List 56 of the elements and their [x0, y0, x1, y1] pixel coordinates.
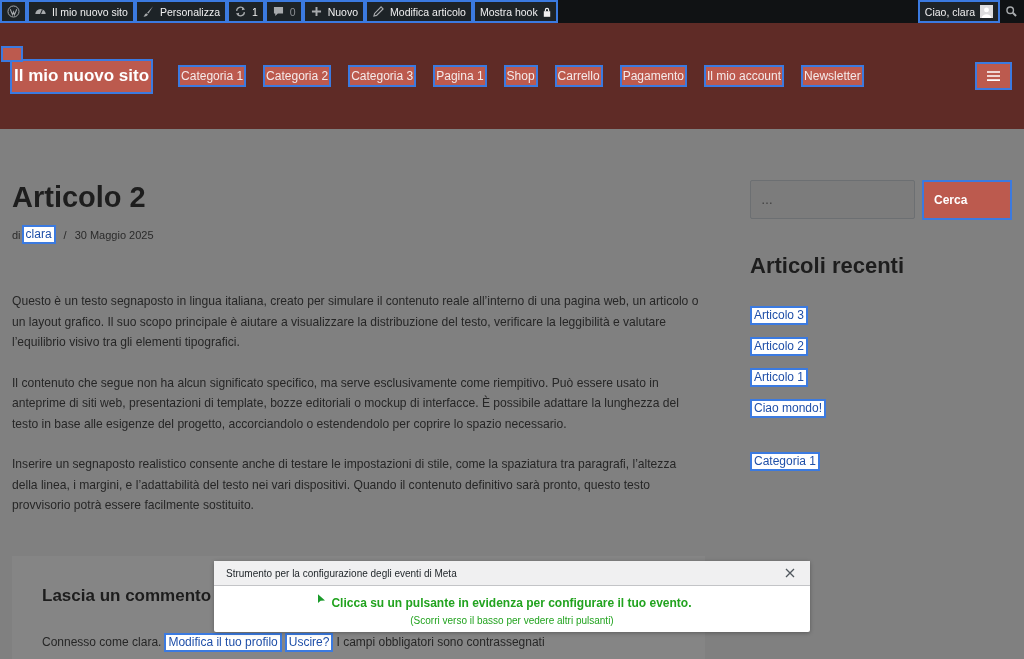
widget-title: Articoli recenti	[750, 253, 906, 279]
nav-link[interactable]: Shop	[503, 65, 538, 87]
toolbar-item[interactable]: Mostra hook	[472, 0, 558, 23]
pencil-icon	[372, 5, 386, 18]
close-icon[interactable]	[785, 568, 795, 578]
brush-icon	[141, 5, 155, 18]
toolbar-item[interactable]: 1	[227, 0, 265, 23]
recent-post-link[interactable]: Ciao mondo!	[750, 399, 827, 418]
toolbar-item[interactable]: Personalizza	[134, 0, 227, 23]
profile-link[interactable]: Modifica il tuo profilo	[164, 632, 282, 652]
logged-in-text: Connesso come clara.	[42, 635, 162, 649]
search-icon[interactable]	[1005, 5, 1018, 18]
toolbar-item[interactable]: Modifica articolo	[365, 0, 473, 23]
article-paragraph: Questo è un testo segnaposto in lingua italiana, creato per simulare il contenuto reale all’interno di una pagina web, un articolo o un layout grafico. Il suo scopo principale è aiutare a visualizzare la distribuzione del testo, verificare la leggibilità e valutare l’equilibrio visivo tra gli elementi tipografici.	[12, 293, 700, 351]
menu-button[interactable]	[975, 62, 1012, 90]
wordpress-icon	[7, 5, 20, 18]
menu-icon	[987, 71, 1000, 81]
recent-post-link[interactable]: Articolo 1	[750, 368, 809, 387]
post-date: 30 Maggio 2025	[74, 228, 154, 241]
required-note: I campi obbligatori sono contrassegnati	[336, 635, 545, 649]
category-link[interactable]: Categoria 1	[750, 452, 821, 471]
lock-icon	[542, 6, 551, 17]
search-field[interactable]: …	[750, 180, 915, 219]
toolbar-item[interactable]: Nuovo	[302, 0, 366, 23]
byline-label: di	[12, 228, 21, 241]
meta-separator: /	[63, 228, 67, 241]
nav-link[interactable]: Newsletter	[801, 65, 864, 87]
comment-title: Lascia un commento	[42, 585, 212, 606]
logout-link[interactable]: Uscire?	[284, 632, 334, 652]
avatar-icon	[980, 5, 993, 18]
dialog-hint: (Scorri verso il basso per vedere altri pulsanti)	[410, 615, 614, 626]
nav-link[interactable]: Categoria 2	[263, 65, 332, 87]
dialog-message: Clicca su un pulsante in evidenza per configurare il tuo evento.	[331, 596, 692, 610]
nav-link[interactable]: Pagina 1	[433, 65, 487, 87]
cursor-icon	[318, 594, 326, 605]
article-paragraph: Il contenuto che segue non ha alcun significato specifico, ma serve esclusivamente come riempitivo. Può essere usato in anteprime di siti web, presentazioni di template, bozze editoriali o mockup di interfacce. È possibile adattare la lunghezza del testo in base alle esigenze del progetto, accorciandolo o estendendolo per coprire lo spazio necessario.	[12, 374, 680, 433]
article-paragraph: Inserire un segnaposto realistico consente anche di testare le impostazioni di stile, come la spaziatura tra paragrafi, l’altezza della linea, i margini, e l’adattabilità del testo nei vari dispositivi. Quando il contenuto definitivo sarà pronto, questo testo provvisorio potrà essere facilmente sostituito.	[12, 456, 678, 514]
nav-link[interactable]: Pagamento	[619, 65, 687, 87]
article-title: Articolo 2	[12, 180, 147, 215]
refresh-icon	[234, 5, 247, 18]
search-button[interactable]: Cerca	[922, 180, 1012, 220]
recent-post-link[interactable]: Articolo 3	[750, 306, 809, 325]
plus-icon	[309, 5, 323, 18]
comment-icon	[271, 5, 285, 18]
toolbar-item[interactable]: 0	[264, 0, 303, 23]
nav-link[interactable]: Categoria 3	[348, 65, 417, 87]
recent-post-link[interactable]: Articolo 2	[750, 337, 809, 356]
author-link[interactable]: clara	[21, 225, 56, 244]
nav-link[interactable]: Categoria 1	[178, 65, 247, 87]
account-menu[interactable]: Ciao, clara	[917, 0, 1000, 23]
nav-link[interactable]: Il mio account	[704, 65, 785, 87]
dialog-title: Strumento per la configurazione degli eventi di Meta	[226, 567, 457, 579]
nav-link[interactable]: Carrello	[554, 65, 603, 87]
site-title[interactable]: Il mio nuovo sito	[10, 58, 154, 94]
toolbar-item[interactable]: Il mio nuovo sito	[27, 0, 135, 23]
toolbar-item[interactable]	[0, 0, 27, 23]
